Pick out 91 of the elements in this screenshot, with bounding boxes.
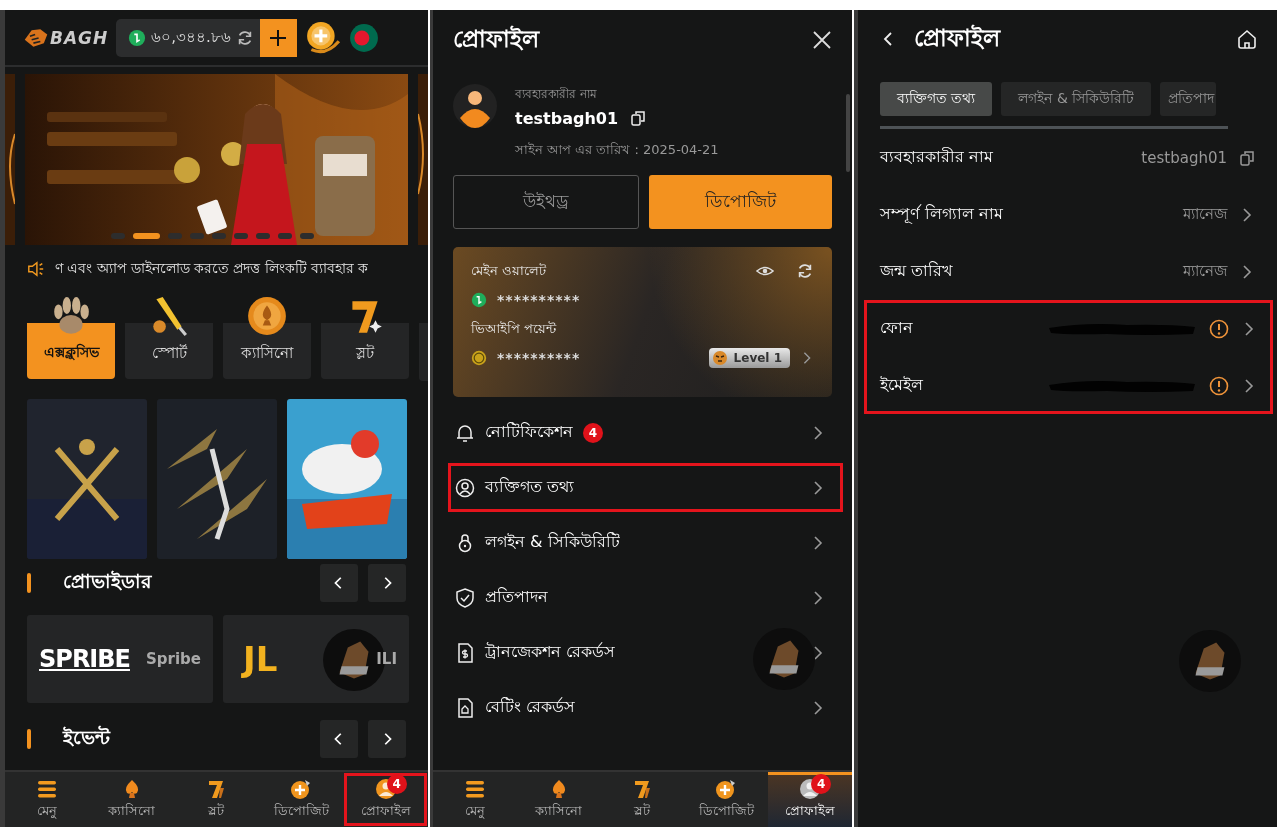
- taka-coin-icon: [471, 292, 487, 308]
- field-value: testbagh01: [1141, 148, 1227, 167]
- menu-item[interactable]: ট্রানজেকশন রেকর্ডস: [433, 625, 852, 680]
- home-icon[interactable]: [1237, 29, 1257, 49]
- tab[interactable]: ব্যক্তিগত তথ্য: [880, 82, 993, 116]
- taka-coin-icon: [128, 28, 147, 47]
- section-marker: [27, 729, 31, 749]
- refresh-icon[interactable]: [796, 262, 814, 280]
- withdraw-button[interactable]: উইথড্র: [453, 175, 639, 229]
- avatar: [453, 84, 497, 128]
- menu-label: প্রতিপাদন: [485, 586, 548, 608]
- menu-icon: [463, 778, 486, 800]
- warning-icon[interactable]: [1209, 375, 1229, 396]
- section-marker: [27, 573, 31, 593]
- menu-label: নোটিফিকেশন: [485, 421, 573, 443]
- page-title: প্রোফাইল: [453, 24, 539, 54]
- field-label: সম্পূর্ণ লিগ্যাল নাম: [880, 203, 1005, 226]
- speaker-icon: [27, 260, 45, 278]
- manage-link[interactable]: ম্যানেজ: [1183, 259, 1227, 284]
- section-title: প্রোভাইডার: [63, 569, 153, 594]
- menu-icon: [36, 778, 59, 800]
- menu-label: ট্রানজেকশন রেকর্ডস: [485, 641, 616, 663]
- plus-icon: [268, 27, 289, 48]
- tab[interactable]: প্রতিপাদ: [1160, 82, 1217, 116]
- field-label: ব্যবহারকারীর নাম: [880, 146, 995, 168]
- menu-item[interactable]: লগইন & সিকিউরিটি: [433, 515, 852, 570]
- field-label: ফোন: [880, 317, 914, 339]
- casino-chip-icon: [246, 295, 288, 337]
- scrollbar[interactable]: [846, 94, 850, 172]
- menu-item[interactable]: বেটিং রেকর্ডস: [433, 680, 852, 735]
- hidden-points: **********: [497, 350, 582, 366]
- coin-plus-icon: [715, 778, 738, 800]
- manage-link[interactable]: ম্যানেজ: [1183, 202, 1227, 227]
- bell-icon: [455, 422, 475, 443]
- provider-logo: JL: [240, 639, 278, 679]
- shield-check-icon: [455, 587, 475, 608]
- copy-icon[interactable]: [630, 110, 647, 126]
- provider-card[interactable]: SPRIBE Spribe: [27, 615, 213, 703]
- logo[interactable]: BAGH: [50, 27, 109, 48]
- count-badge: 4: [811, 774, 832, 794]
- menu-item[interactable]: ব্যক্তিগত তথ্য: [445, 460, 846, 515]
- level-text: Level 1: [733, 351, 782, 365]
- nav-tab[interactable]: স্লট: [600, 772, 685, 827]
- menu-item[interactable]: প্রতিপাদন: [433, 570, 852, 625]
- nav-tab[interactable]: 4 প্রোফাইল: [343, 772, 428, 827]
- add-funds-button[interactable]: [259, 18, 297, 57]
- coin-plus-icon[interactable]: [304, 19, 341, 56]
- coin-plus-icon: [290, 778, 313, 800]
- announcement-text: ণ এবং অ্যাপ ডাইনলোড করতে প্রদত্ত লিংকটি ব্যাবহার ক: [55, 258, 369, 278]
- nav-tab[interactable]: স্লট: [174, 772, 259, 827]
- copy-icon[interactable]: [1239, 149, 1255, 166]
- menu-item[interactable]: নোটিফিকেশন 4: [433, 405, 852, 460]
- balance-amount: ৬০,৩৪৪.৮৬: [151, 27, 231, 48]
- field-label: ইমেইল: [880, 374, 924, 396]
- flag-icon[interactable]: [348, 22, 379, 53]
- level-badge[interactable]: Level 1: [708, 348, 790, 368]
- section-title: ইভেন্ট: [63, 724, 112, 750]
- provider-logo: SPRIBE: [39, 645, 130, 673]
- signup-date: সাইন আপ এর তারিখ : 2025-04-21: [514, 141, 720, 159]
- nav-tab[interactable]: ডিপোজিট: [258, 772, 344, 827]
- logo-button[interactable]: [753, 628, 815, 690]
- nav-tab[interactable]: মেনু: [5, 772, 90, 827]
- wallet-label: ভিআইপি পয়েন্ট: [471, 319, 558, 338]
- deposit-button[interactable]: ডিপোজিট: [648, 175, 832, 229]
- close-icon[interactable]: [812, 30, 832, 50]
- dollar-document-icon: [455, 642, 475, 663]
- nav-tab[interactable]: ক্যাসিনো: [89, 772, 175, 827]
- user-circle-icon: [455, 477, 475, 498]
- wallet-label: মেইন ওয়ালেট: [471, 261, 548, 280]
- field-label: জন্ম তারিখ: [880, 260, 955, 282]
- document-icon: [455, 697, 475, 718]
- menu-label: লগইন & সিকিউরিটি: [485, 531, 620, 553]
- vip-coin-icon: [471, 350, 487, 366]
- nav-tab[interactable]: 4 প্রোফাইল: [768, 772, 852, 827]
- menu-label: ব্যক্তিগত তথ্য: [485, 476, 575, 498]
- username: testbagh01: [515, 108, 619, 128]
- page-title: প্রোফাইল: [914, 23, 1000, 53]
- count-badge: 4: [583, 422, 603, 443]
- nav-tab[interactable]: ক্যাসিনো: [516, 772, 601, 827]
- provider-name: Spribe: [146, 650, 201, 668]
- provider-name: ILI: [376, 650, 397, 668]
- tab[interactable]: লগইন & সিকিউরিটি: [1001, 82, 1152, 116]
- hidden-balance: **********: [497, 292, 582, 308]
- nav-tab[interactable]: মেনু: [433, 772, 517, 827]
- count-badge: 4: [386, 774, 407, 794]
- nav-tab[interactable]: ডিপোজিট: [684, 772, 769, 827]
- provider-card[interactable]: JL ILI: [223, 615, 409, 703]
- menu-label: বেটিং রেকর্ডস: [485, 696, 576, 718]
- warning-icon[interactable]: [1209, 318, 1229, 339]
- field-label: ব্যবহারকারীর নাম: [515, 85, 598, 103]
- logo-button[interactable]: [1179, 630, 1241, 692]
